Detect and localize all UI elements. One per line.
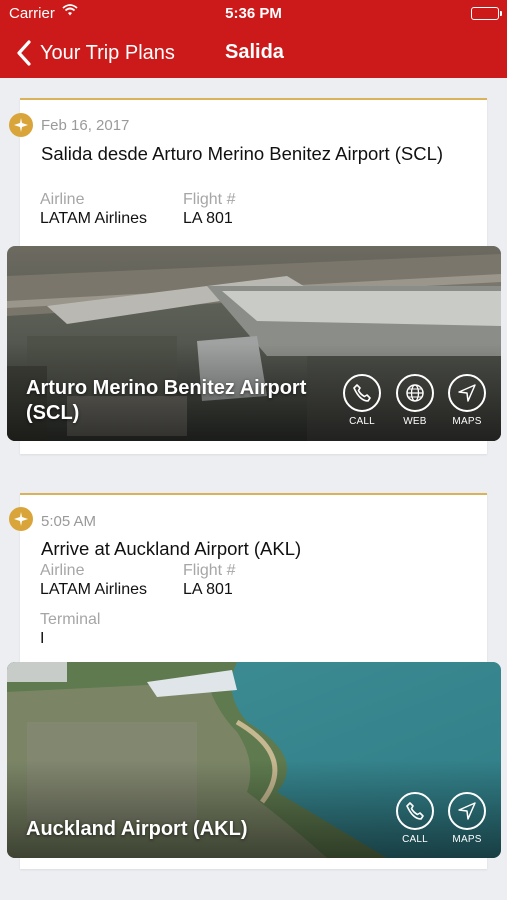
flight-label: Flight #	[183, 191, 236, 208]
maps-button[interactable]: MAPS	[447, 374, 487, 427]
maps-button[interactable]: MAPS	[447, 792, 487, 845]
call-label: CALL	[349, 416, 375, 427]
airline-value: LATAM Airlines	[40, 210, 147, 227]
page-title: Salida	[225, 41, 284, 63]
status-bar: Carrier 5:36 PM	[0, 0, 507, 28]
navigation-arrow-icon	[458, 384, 476, 402]
clock: 5:36 PM	[225, 5, 282, 22]
back-label: Your Trip Plans	[40, 41, 175, 64]
flight-label: Flight #	[183, 562, 236, 579]
battery-icon	[471, 7, 502, 20]
globe-icon	[406, 384, 424, 402]
web-button[interactable]: WEB	[395, 374, 435, 427]
photo-title: Arturo Merino Benitez Airport (SCL)	[26, 377, 307, 424]
navigation-arrow-icon	[458, 802, 476, 820]
event-time: 5:05 AM	[41, 513, 97, 530]
photo-title: Auckland Airport (AKL)	[26, 818, 248, 840]
airport-photo: Auckland Airport (AKL) CALL MAPS	[7, 662, 501, 858]
maps-label: MAPS	[452, 416, 482, 427]
call-button[interactable]: CALL	[395, 792, 435, 845]
event-heading: Salida desde Arturo Merino Benitez Airpo…	[41, 143, 444, 164]
terminal-value: I	[40, 630, 45, 647]
call-label: CALL	[402, 834, 428, 845]
call-button[interactable]: CALL	[342, 374, 382, 427]
web-label: WEB	[403, 416, 427, 427]
plane-icon	[9, 113, 33, 137]
flight-value: LA 801	[183, 210, 233, 227]
airport-photo: Arturo Merino Benitez Airport (SCL) CALL…	[7, 246, 501, 441]
flight-value: LA 801	[183, 581, 233, 598]
maps-label: MAPS	[452, 834, 482, 845]
airline-value: LATAM Airlines	[40, 581, 147, 598]
event-heading: Arrive at Auckland Airport (AKL)	[41, 538, 302, 559]
phone-icon	[406, 802, 424, 820]
event-date: Feb 16, 2017	[41, 117, 130, 134]
navigation-bar: Your Trip Plans Salida	[0, 28, 507, 78]
phone-icon	[353, 384, 371, 402]
plane-icon	[9, 507, 33, 531]
airline-label: Airline	[40, 191, 85, 208]
terminal-label: Terminal	[40, 611, 101, 628]
back-button[interactable]: Your Trip Plans	[12, 38, 175, 68]
chevron-left-icon	[17, 40, 31, 66]
airline-label: Airline	[40, 562, 85, 579]
